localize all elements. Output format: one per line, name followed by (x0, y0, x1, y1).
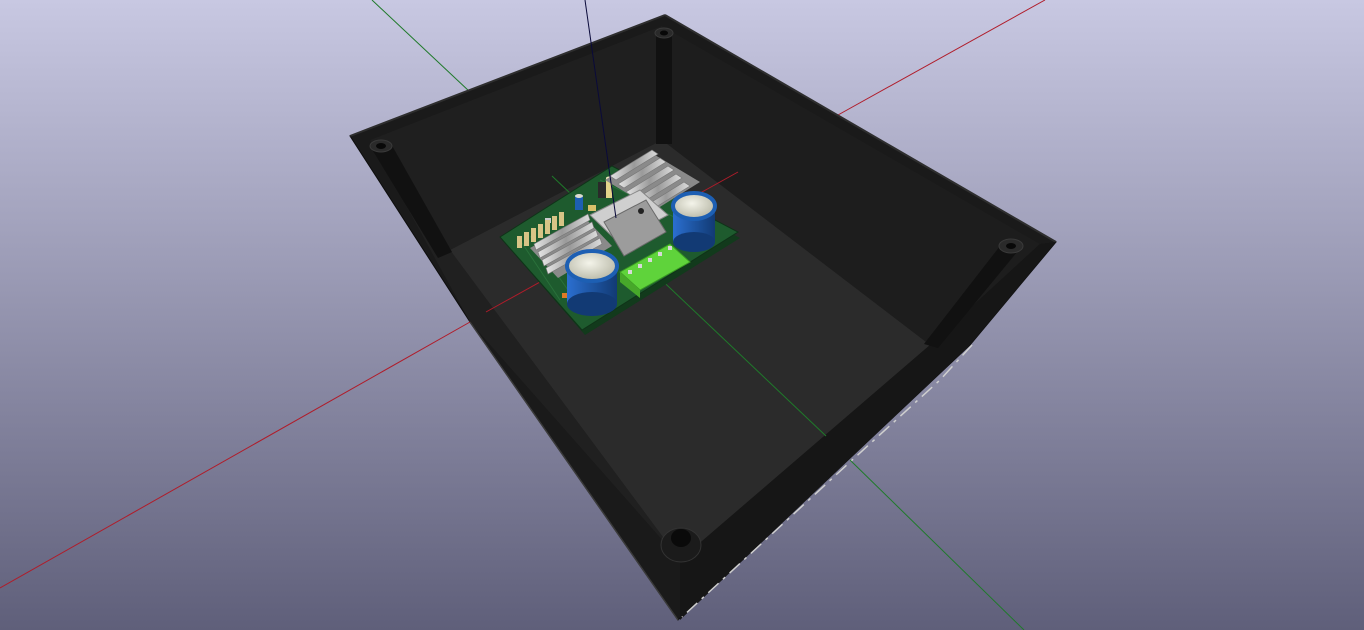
capacitor-right (671, 191, 717, 252)
3d-viewport[interactable] (0, 0, 1364, 630)
mounting-post-back (654, 27, 674, 144)
mounting-post-front (660, 527, 702, 563)
capacitor-left (565, 249, 619, 316)
